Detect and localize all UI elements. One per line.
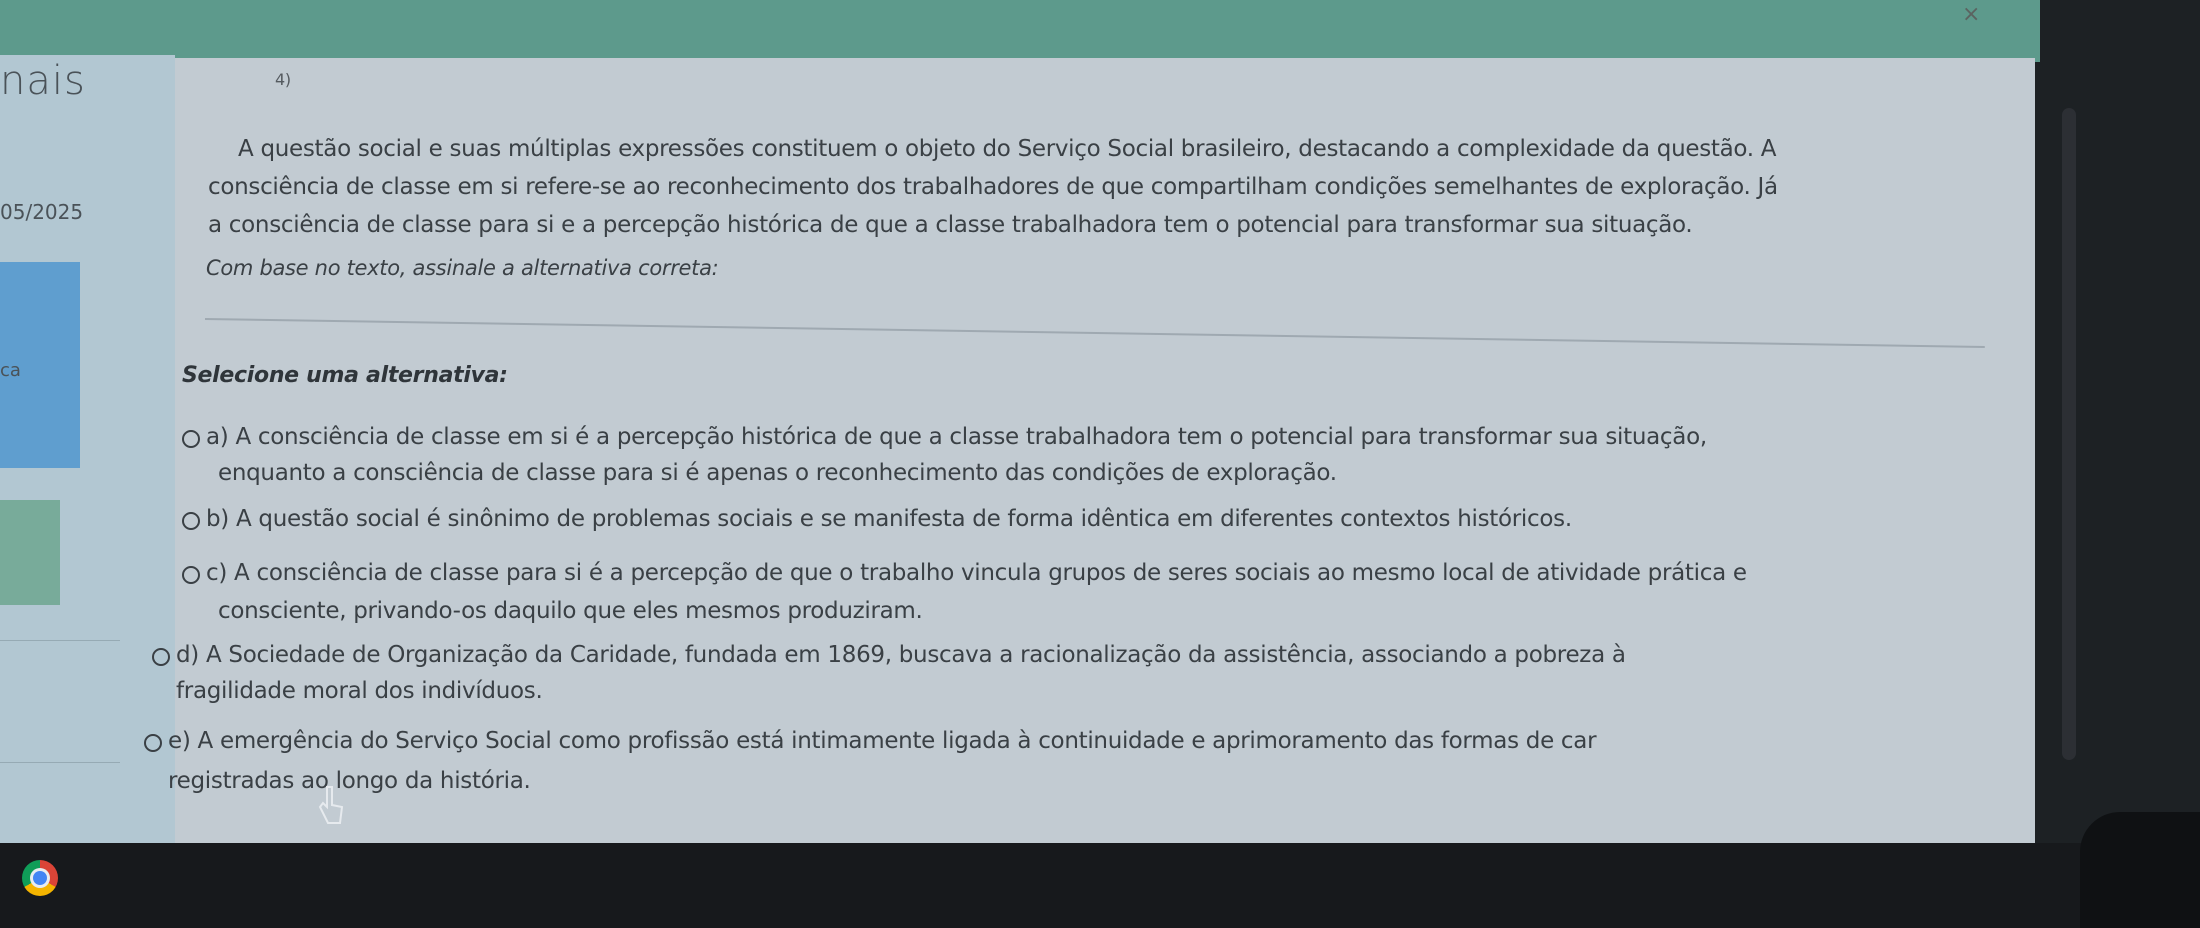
option-b-text[interactable]: b) A questão social é sinônimo de proble… (206, 506, 1572, 532)
sidebar-item-green[interactable] (0, 500, 60, 605)
option-a-text[interactable]: a) A consciência de classe em si é a per… (206, 424, 1707, 450)
question-text-line: consciência de classe em si refere-se ao… (208, 174, 1778, 200)
taskbar (0, 843, 2200, 928)
sidebar-divider (0, 640, 120, 641)
option-d-radio[interactable] (152, 648, 170, 666)
sidebar-title: nais (0, 58, 86, 104)
question-number: 4) (275, 70, 291, 89)
window-top-bar (0, 0, 2040, 62)
close-icon[interactable]: × (1962, 2, 1980, 27)
option-a-text-cont[interactable]: enquanto a consciência de classe para si… (218, 460, 1337, 486)
option-e-radio[interactable] (144, 734, 162, 752)
option-a-radio[interactable] (182, 430, 200, 448)
option-e-text[interactable]: e) A emergência do Serviço Social como p… (168, 728, 1597, 754)
option-c-text-cont[interactable]: consciente, privando-os daquilo que eles… (218, 598, 923, 624)
question-text-line: a consciência de classe para si e a perc… (208, 212, 1693, 238)
option-d-text-cont[interactable]: fragilidade moral dos indivíduos. (176, 678, 543, 704)
question-prompt: Com base no texto, assinale a alternativ… (206, 256, 719, 280)
scrollbar[interactable] (2062, 108, 2076, 760)
hand-cursor-icon (318, 785, 344, 831)
option-d-text[interactable]: d) A Sociedade de Organização da Caridad… (176, 642, 1626, 668)
sidebar-date: 05/2025 (0, 200, 84, 224)
option-c-radio[interactable] (182, 566, 200, 584)
chrome-icon[interactable] (22, 860, 58, 896)
sidebar-divider (0, 762, 120, 763)
question-text-line: A questão social e suas múltiplas expres… (238, 136, 1777, 162)
select-alternative-label: Selecione uma alternativa: (182, 363, 508, 388)
option-c-text[interactable]: c) A consciência de classe para si é a p… (206, 560, 1747, 586)
option-b-radio[interactable] (182, 512, 200, 530)
sidebar-item-label: ca (0, 360, 21, 381)
option-e-text-cont[interactable]: registradas ao longo da história. (168, 768, 531, 794)
screen-bezel (2080, 812, 2200, 928)
